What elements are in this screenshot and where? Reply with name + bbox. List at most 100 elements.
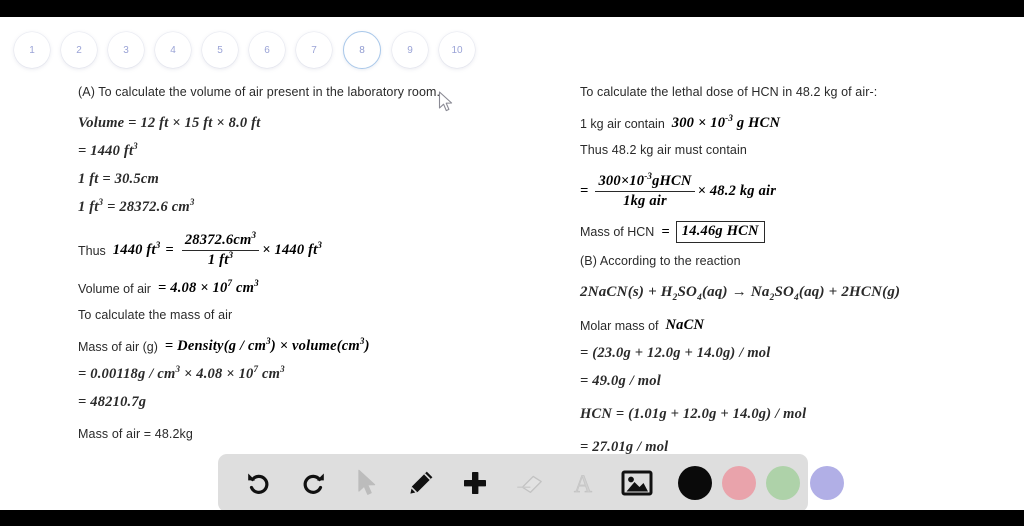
- page-number-8-active[interactable]: 8: [343, 31, 381, 69]
- mass-of-hcn-label: Mass of HCN: [580, 225, 655, 240]
- reaction-arrow: →: [731, 284, 747, 301]
- pencil-button[interactable]: [396, 460, 446, 506]
- reaction-hcn-state: (g): [882, 284, 901, 301]
- page-number-2[interactable]: 2: [61, 32, 97, 68]
- page-number-1[interactable]: 1: [14, 32, 50, 68]
- fraction-denominator-exponent: 3: [228, 250, 234, 261]
- page-number-9[interactable]: 9: [392, 32, 428, 68]
- reaction-h2so4-h: H: [660, 284, 673, 301]
- reaction-h2so4-state: (aq): [701, 284, 728, 301]
- page-number-label: 2: [76, 44, 82, 56]
- letterbox-bottom: [0, 510, 1024, 526]
- molar-mass-label: Molar mass of: [580, 318, 659, 333]
- page-number-4[interactable]: 4: [155, 32, 191, 68]
- air-content-label: 1 kg air contain: [580, 116, 665, 131]
- hcn-numerator-unit: gHCN: [652, 173, 692, 189]
- thus-left-side: 1440 ft3: [113, 240, 161, 259]
- reaction-plus-1: +: [648, 284, 657, 301]
- page-number-3[interactable]: 3: [108, 32, 144, 68]
- redo-icon: [303, 473, 324, 494]
- letterbox-top: [0, 0, 1024, 17]
- volume-result: = 1440 ft3: [78, 142, 498, 160]
- part-b-heading: (B) According to the reaction: [580, 254, 741, 269]
- hcn-fraction: 300×10-3gHCN 1kg air: [595, 172, 695, 210]
- volume-expression: = 12 ft × 15 ft × 8.0 ft: [128, 115, 261, 131]
- cubic-foot-label: 1 ft: [78, 199, 99, 215]
- hcn-fraction-numerator: 300×10-3gHCN: [595, 172, 695, 193]
- undo-button[interactable]: [234, 460, 284, 506]
- page-number-label: 6: [264, 44, 270, 56]
- color-swatch-pink[interactable]: [722, 466, 756, 500]
- color-swatch-black[interactable]: [678, 466, 712, 500]
- volume-result-value: = 1440 ft: [78, 143, 134, 159]
- image-button[interactable]: [612, 460, 662, 506]
- page-number-label: 3: [123, 44, 129, 56]
- eraser-button[interactable]: [504, 460, 554, 506]
- air-content-value: 300 × 10-3 g HCN: [671, 113, 780, 132]
- cursor-icon: [358, 469, 376, 495]
- mass-of-air-final: Mass of air = 48.2kg: [78, 427, 193, 442]
- add-button[interactable]: [450, 460, 500, 506]
- reaction-na2so4-so: SO: [774, 284, 795, 301]
- page-number-label: 8: [359, 44, 365, 56]
- volume-of-air-row: Volume of air = 4.08 × 107 cm3: [78, 278, 498, 297]
- mass-of-air-calculation: = 0.00118g / cm3 × 4.08 × 107 cm3: [78, 364, 498, 383]
- undo-icon: [248, 473, 269, 494]
- page-number-label: 7: [311, 44, 317, 56]
- page-number-5[interactable]: 5: [202, 32, 238, 68]
- air-content-exponent: -3: [725, 113, 734, 124]
- page-number-6[interactable]: 6: [249, 32, 285, 68]
- solution-column-right: To calculate the lethal dose of HCN in 4…: [580, 85, 1000, 467]
- thus-rhs-text: × 1440 ft: [262, 242, 318, 259]
- cubic-foot-value: = 28372.6 cm: [107, 199, 190, 215]
- volume-of-air-unit: cm: [235, 280, 255, 297]
- screenshot-root: 1 2 3 4 5 6 7 8 9 10 (A) To calculate th…: [0, 0, 1024, 526]
- mass-formula-density: = Density: [164, 338, 224, 355]
- page-number-label: 9: [407, 44, 413, 56]
- hcn-numerator-number: 300×10: [598, 173, 645, 189]
- volume-of-air-number: = 4.08 × 10: [157, 280, 228, 297]
- mass-formula-close-paren: ): [364, 338, 370, 355]
- eraser-icon: [517, 475, 542, 494]
- cubic-foot-conversion: 1 ft3 = 28372.6 cm3: [78, 198, 498, 216]
- color-swatch-purple[interactable]: [810, 466, 844, 500]
- mass-formula-volume-unit: (cm: [336, 338, 360, 355]
- reaction-hcn: HCN: [849, 284, 883, 301]
- mass-formula-volume: ) × volume: [270, 338, 337, 355]
- mass-of-air-formula-row: Mass of air (g) = Density(g / cm3) × vol…: [78, 337, 498, 355]
- hcn-fraction-row: = 300×10-3gHCN 1kg air × 48.2 kg air: [580, 172, 1000, 210]
- select-cursor-button[interactable]: [342, 460, 392, 506]
- mass-calc-unit-exponent: 3: [280, 364, 285, 375]
- thus-label: Thus: [78, 243, 106, 258]
- air-content-row: 1 kg air contain 300 × 10-3 g HCN: [580, 113, 1000, 132]
- page-number-pager: 1 2 3 4 5 6 7 8 9 10: [14, 31, 475, 69]
- solution-column-left: (A) To calculate the volume of air prese…: [78, 85, 498, 452]
- thus-lhs-exponent: 3: [155, 240, 161, 251]
- reaction-nacn: NaCN: [587, 284, 628, 301]
- volume-label: Volume: [78, 115, 125, 131]
- reaction-h2so4-so: SO: [677, 284, 698, 301]
- molar-mass-calculation: = (23.0g + 12.0g + 14.0g) / mol: [580, 345, 771, 362]
- page-number-label: 4: [170, 44, 176, 56]
- redo-button[interactable]: [288, 460, 338, 506]
- page-number-label: 5: [217, 44, 223, 56]
- reaction-plus-2: +: [828, 284, 838, 301]
- text-tool-button[interactable]: A: [558, 460, 608, 506]
- mass-of-air-label: Mass of air (g): [78, 339, 158, 354]
- molar-mass-result: = 49.0g / mol: [580, 373, 661, 390]
- air-content-number: 300 × 10: [671, 115, 726, 131]
- drawing-toolbar: A: [218, 454, 844, 510]
- volume-of-air-unit-exponent: 3: [254, 278, 259, 289]
- part-a-heading: (A) To calculate the volume of air prese…: [78, 85, 441, 99]
- molar-mass-row: Molar mass of NaCN: [580, 317, 1000, 334]
- text-icon: A: [574, 471, 593, 498]
- mass-calc-volume: × 4.08 × 10: [184, 366, 254, 383]
- thus-air-line: Thus 48.2 kg air must contain: [580, 143, 747, 157]
- mass-of-air-result: = 48210.7g: [78, 394, 147, 411]
- document-page: 1 2 3 4 5 6 7 8 9 10 (A) To calculate th…: [0, 17, 1024, 510]
- color-swatch-green[interactable]: [766, 466, 800, 500]
- mass-of-hcn-answer-box: 14.46g HCN: [675, 221, 765, 244]
- chemical-reaction-equation: 2NaCN(s) + H2SO4(aq) → Na2SO4(aq) + 2HCN…: [580, 284, 1000, 303]
- page-number-7[interactable]: 7: [296, 32, 332, 68]
- page-number-10[interactable]: 10: [439, 32, 475, 68]
